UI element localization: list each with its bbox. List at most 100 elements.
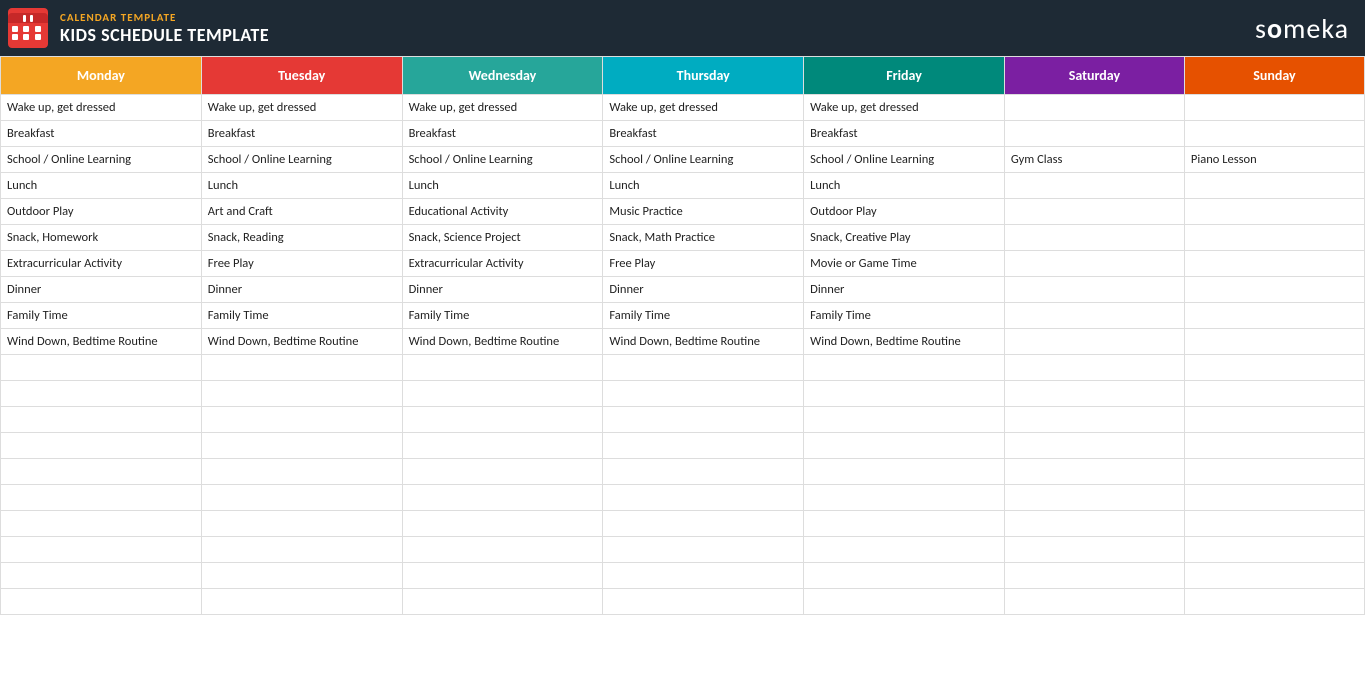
table-cell: School / Online Learning [1,147,202,173]
table-cell: Wake up, get dressed [201,95,402,121]
table-cell [804,459,1005,485]
table-cell: Breakfast [1,121,202,147]
table-cell [402,537,603,563]
table-cell: Breakfast [402,121,603,147]
table-cell: Breakfast [804,121,1005,147]
table-cell [1004,511,1184,537]
table-cell [1,381,202,407]
col-header-sunday: Sunday [1184,57,1364,95]
table-row: Extracurricular ActivityFree PlayExtracu… [1,251,1365,277]
col-header-friday: Friday [804,57,1005,95]
table-cell: Dinner [402,277,603,303]
table-cell [1,485,202,511]
table-row: LunchLunchLunchLunchLunch [1,173,1365,199]
table-cell: Wind Down, Bedtime Routine [1,329,202,355]
table-cell: Extracurricular Activity [1,251,202,277]
table-cell: Wake up, get dressed [603,95,804,121]
table-cell [402,485,603,511]
table-cell: Wind Down, Bedtime Routine [402,329,603,355]
table-cell [1004,277,1184,303]
col-header-saturday: Saturday [1004,57,1184,95]
table-cell [1004,563,1184,589]
table-cell [1004,199,1184,225]
table-row [1,589,1365,615]
col-header-wednesday: Wednesday [402,57,603,95]
table-cell [201,433,402,459]
table-cell: School / Online Learning [804,147,1005,173]
table-row: Snack, HomeworkSnack, ReadingSnack, Scie… [1,225,1365,251]
table-cell [1004,407,1184,433]
table-cell [402,433,603,459]
table-cell [1184,199,1364,225]
header-row: MondayTuesdayWednesdayThursdayFridaySatu… [1,57,1365,95]
table-cell [1184,537,1364,563]
table-cell: Lunch [603,173,804,199]
table-cell [603,537,804,563]
table-cell [1004,121,1184,147]
table-cell: Movie or Game Time [804,251,1005,277]
table-cell [201,355,402,381]
table-row: Family TimeFamily TimeFamily TimeFamily … [1,303,1365,329]
table-cell [1,355,202,381]
table-cell: Lunch [804,173,1005,199]
table-cell [804,433,1005,459]
table-row [1,485,1365,511]
table-cell: Breakfast [201,121,402,147]
table-cell [1004,589,1184,615]
table-cell [1184,485,1364,511]
table-cell [1184,173,1364,199]
table-cell [402,381,603,407]
table-cell: Family Time [804,303,1005,329]
table-cell: Wake up, get dressed [804,95,1005,121]
table-cell [1184,459,1364,485]
table-cell [1,511,202,537]
main-title: KIDS SCHEDULE TEMPLATE [60,24,269,46]
table-cell: Dinner [1,277,202,303]
table-row: Outdoor PlayArt and CraftEducational Act… [1,199,1365,225]
table-row [1,433,1365,459]
calendar-icon [8,8,48,48]
table-row [1,537,1365,563]
table-cell: Extracurricular Activity [402,251,603,277]
table-cell [1184,251,1364,277]
table-cell: Family Time [201,303,402,329]
table-cell: Lunch [201,173,402,199]
table-cell: Dinner [201,277,402,303]
table-cell [201,563,402,589]
table-cell: School / Online Learning [201,147,402,173]
table-row: Wind Down, Bedtime Routine Wind Down, Bed… [1,329,1365,355]
table-cell [1184,511,1364,537]
table-cell [1184,381,1364,407]
schedule-table: MondayTuesdayWednesdayThursdayFridaySatu… [0,56,1365,615]
table-cell [1184,225,1364,251]
table-cell: Music Practice [603,199,804,225]
table-cell [1184,121,1364,147]
table-cell [1004,537,1184,563]
table-cell [804,355,1005,381]
table-cell [1004,251,1184,277]
table-cell [603,355,804,381]
table-cell [1004,459,1184,485]
table-cell [1004,381,1184,407]
table-cell [1184,433,1364,459]
table-cell [402,563,603,589]
table-cell [804,537,1005,563]
brand-logo: someka [1255,11,1349,46]
table-cell [1,407,202,433]
table-cell [603,433,804,459]
table-cell [1004,433,1184,459]
table-cell: Outdoor Play [804,199,1005,225]
table-cell [201,407,402,433]
table-cell [603,407,804,433]
table-cell [1184,355,1364,381]
table-cell: Breakfast [603,121,804,147]
col-header-monday: Monday [1,57,202,95]
table-cell [1004,173,1184,199]
table-cell [804,511,1005,537]
table-cell: Snack, Math Practice [603,225,804,251]
table-row: BreakfastBreakfastBreakfastBreakfastBrea… [1,121,1365,147]
table-cell [603,511,804,537]
table-cell [1184,589,1364,615]
table-row: Wake up, get dressedWake up, get dressed… [1,95,1365,121]
table-cell [201,537,402,563]
